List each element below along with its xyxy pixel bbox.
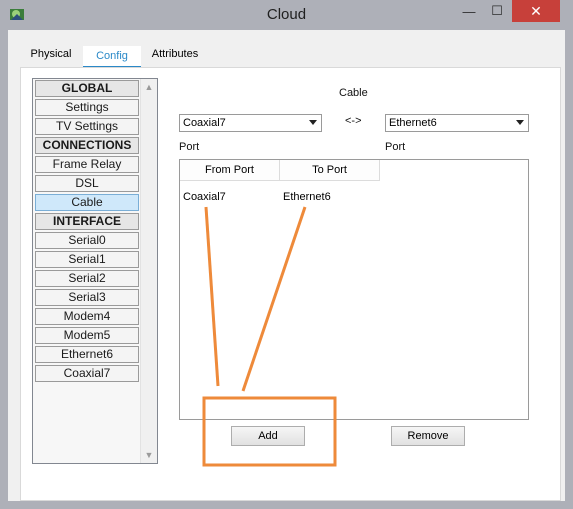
to-port-select-value: Ethernet6 [389,117,437,129]
cell-from-port[interactable]: Coaxial7 [183,191,226,203]
from-port-label: Port [179,141,200,153]
sidebar-item-serial3[interactable]: Serial3 [35,289,139,306]
chevron-down-icon [516,120,524,125]
to-port-select[interactable]: Ethernet6 [385,114,529,132]
window-frame: Physical Config Attributes GLOBAL Settin… [0,30,573,509]
sidebar-item-serial2[interactable]: Serial2 [35,270,139,287]
from-port-select-value: Coaxial7 [183,117,226,129]
sidebar-item-modem4[interactable]: Modem4 [35,308,139,325]
maximize-button[interactable]: ☐ [484,0,510,22]
sidebar-item-frame-relay[interactable]: Frame Relay [35,156,139,173]
title-bar: Cloud — ☐ ✕ [0,0,573,30]
scroll-up-icon[interactable]: ▲ [141,79,157,95]
config-panel: GLOBAL Settings TV Settings CONNECTIONS … [20,67,561,501]
config-sidebar: GLOBAL Settings TV Settings CONNECTIONS … [32,78,158,464]
cable-title: Cable [339,87,368,99]
bidirectional-arrow-label: <-> [345,115,362,127]
sidebar-item-modem5[interactable]: Modem5 [35,327,139,344]
sidebar-item-serial0[interactable]: Serial0 [35,232,139,249]
sidebar-header-connections: CONNECTIONS [35,137,139,154]
sidebar-item-dsl[interactable]: DSL [35,175,139,192]
remove-button[interactable]: Remove [391,426,465,446]
minimize-button[interactable]: — [456,0,482,22]
scroll-down-icon[interactable]: ▼ [141,447,157,463]
from-port-select[interactable]: Coaxial7 [179,114,322,132]
chevron-down-icon [309,120,317,125]
sidebar-item-coaxial7[interactable]: Coaxial7 [35,365,139,382]
column-header-from-port[interactable]: From Port [180,160,280,181]
to-port-label: Port [385,141,406,153]
add-button[interactable]: Add [231,426,305,446]
sidebar-header-interface: INTERFACE [35,213,139,230]
column-header-to-port[interactable]: To Port [280,160,380,181]
sidebar-header-global: GLOBAL [35,80,139,97]
sidebar-item-settings[interactable]: Settings [35,99,139,116]
tab-config[interactable]: Config [83,46,141,69]
close-button[interactable]: ✕ [512,0,560,22]
sidebar-item-cable[interactable]: Cable [35,194,139,211]
cell-to-port[interactable]: Ethernet6 [283,191,331,203]
sidebar-item-ethernet6[interactable]: Ethernet6 [35,346,139,363]
tab-attributes[interactable]: Attributes [142,43,208,66]
sidebar-item-serial1[interactable]: Serial1 [35,251,139,268]
tab-physical[interactable]: Physical [20,43,82,66]
cable-connections-table: From Port To Port Coaxial7 Ethernet6 [179,159,529,420]
window-client: Physical Config Attributes GLOBAL Settin… [8,30,565,501]
sidebar-scrollbar[interactable]: ▲ ▼ [140,79,157,463]
sidebar-item-tv-settings[interactable]: TV Settings [35,118,139,135]
